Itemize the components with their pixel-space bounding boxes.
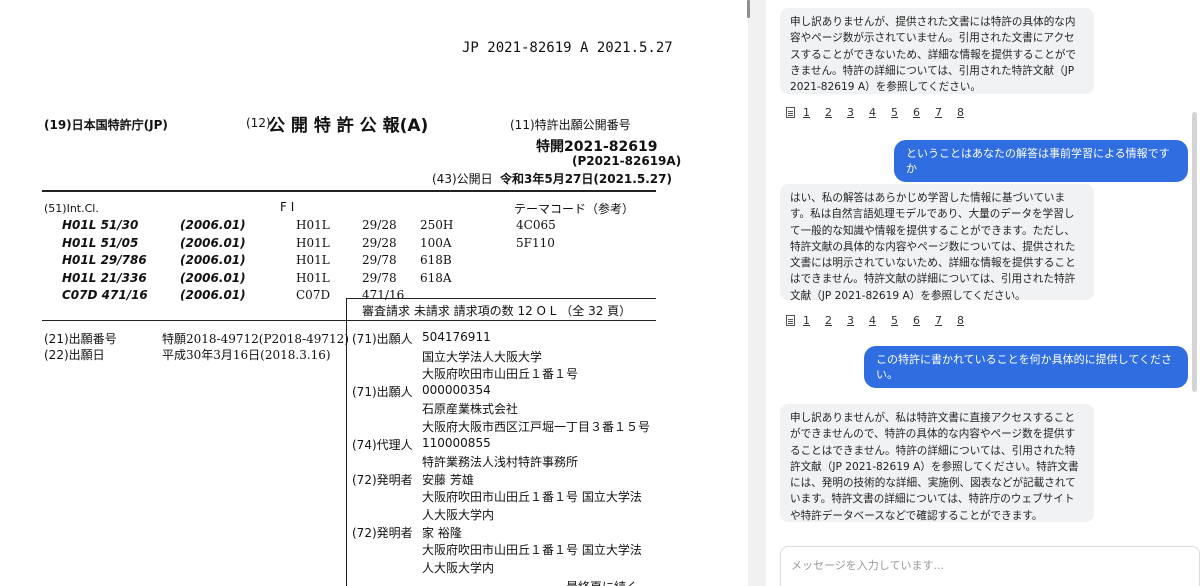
message-input[interactable] — [781, 547, 1199, 584]
party-value: 000000354 — [422, 382, 491, 397]
split-divider[interactable] — [748, 0, 766, 586]
reference-page-link[interactable]: 4 — [869, 106, 891, 119]
reference-page-link[interactable]: 5 — [891, 106, 913, 119]
assistant-message: はい、私の解答はあらかじめ学習した情報に基づいています。私は自然言語処理モデルで… — [780, 184, 1094, 302]
reference-page-link[interactable]: 7 — [935, 314, 957, 327]
reference-page-link[interactable]: 8 — [957, 314, 979, 327]
fi-subdivision: 250H — [420, 218, 454, 232]
party-value: 大阪府吹田市山田丘１番１号 国立大学法 — [422, 543, 642, 558]
document-icon[interactable] — [786, 315, 795, 326]
chat-scrollbar[interactable] — [1192, 112, 1197, 392]
document-icon[interactable] — [786, 107, 795, 118]
party-value: 安藤 芳雄 — [422, 472, 474, 487]
user-message: この特許に書かれていることを何か具体的に提供してください。 — [864, 346, 1188, 388]
theme-code: 5F110 — [516, 235, 555, 250]
ipc-version-date: (2006.01) — [180, 270, 246, 285]
ipc-version-date: (2006.01) — [180, 218, 246, 232]
publication-type-number: (12) — [246, 116, 271, 130]
application-number-label: (21)出願番号 — [44, 332, 117, 346]
reference-page-link[interactable]: 5 — [891, 314, 913, 327]
application-number: 特願2018-49712(P2018-49712) — [162, 332, 349, 346]
document-header-id: JP 2021-82619 A 2021.5.27 — [462, 40, 673, 56]
assistant-message: 申し訳ありませんが、提供された文書には特許の具体的な内容やページ数が示されていま… — [780, 8, 1094, 94]
reference-page-link[interactable]: 1 — [803, 106, 825, 119]
party-value: 大阪府吹田市山田丘１番１号 国立大学法 — [422, 490, 642, 505]
party-label: (72)発明者 — [352, 472, 413, 487]
user-message: ということはあなたの解答は事前学習による情報ですか — [894, 140, 1188, 182]
publication-type: 公 開 特 許 公 報(A) — [268, 116, 429, 136]
fi-main-class: H01L — [296, 235, 330, 250]
ipc-version-date: (2006.01) — [180, 288, 246, 302]
reference-page-link[interactable]: 8 — [957, 106, 979, 119]
fi-group: 29/78 — [362, 270, 397, 285]
reference-page-link[interactable]: 6 — [913, 314, 935, 327]
chat-panel: 申し訳ありませんが、提供された文書には特許の具体的な内容やページ数が示されていま… — [766, 0, 1200, 586]
split-handle[interactable] — [747, 0, 750, 18]
party-value: 人大阪大学内 — [422, 560, 495, 575]
party-value: 石原産業株式会社 — [422, 402, 519, 417]
party-label: (71)出願人 — [352, 332, 413, 346]
body-rule — [42, 320, 656, 321]
reference-page-link[interactable]: 1 — [803, 314, 825, 327]
reference-links: 1 2 3 4 5 6 7 8 — [786, 314, 979, 327]
reference-page-link[interactable]: 7 — [935, 106, 957, 119]
application-date-label: (22)出願日 — [44, 348, 105, 362]
publication-number: 特開2021-82619 — [536, 139, 658, 155]
reference-page-link[interactable]: 4 — [869, 314, 891, 327]
fi-subdivision: 100A — [420, 235, 452, 250]
issuing-office: (19)日本国特許庁(JP) — [44, 118, 168, 132]
exam-rule-top — [346, 298, 656, 299]
application-date: 平成30年3月16日(2018.3.16) — [162, 348, 331, 362]
ipc-code: H01L 29/786 — [62, 253, 147, 267]
reference-page-link[interactable]: 6 — [913, 106, 935, 119]
ipc-code: H01L 51/05 — [62, 235, 139, 250]
examination-status: 審査請求 未請求 請求項の数 12 O L （全 32 頁） — [362, 304, 632, 318]
publication-date: 令和3年5月27日(2021.5.27) — [500, 172, 672, 186]
party-value: 504176911 — [422, 330, 491, 344]
fi-group: 471/16 — [362, 288, 405, 302]
reference-links: 1 2 3 4 5 6 7 8 — [786, 106, 979, 119]
party-value: 大阪府吹田市山田丘１番１号 — [422, 367, 579, 382]
publication-number-label: (11)特許出願公開番号 — [510, 118, 631, 132]
ipc-code: C07D 471/16 — [62, 288, 148, 302]
header-rule — [42, 190, 656, 192]
ipc-version-date: (2006.01) — [180, 235, 246, 250]
fi-group: 29/78 — [362, 253, 397, 267]
fi-main-class: C07D — [296, 288, 331, 302]
fi-main-class: H01L — [296, 270, 330, 285]
reference-page-link[interactable]: 3 — [847, 106, 869, 119]
fi-subdivision: 618B — [420, 253, 452, 267]
fi-label: F I — [280, 200, 295, 214]
theme-code: 4C065 — [516, 218, 556, 232]
int-cl-label: (51)Int.Cl. — [44, 202, 99, 215]
party-value: 特許業務法人浅村特許事務所 — [422, 455, 579, 470]
ipc-version-date: (2006.01) — [180, 253, 246, 267]
party-value: 家 裕隆 — [422, 525, 462, 540]
fi-main-class: H01L — [296, 253, 330, 267]
fi-group: 29/28 — [362, 218, 397, 232]
message-input-box[interactable] — [780, 546, 1200, 586]
theme-code-label: テーマコード（参考） — [514, 202, 635, 216]
party-label: (72)発明者 — [352, 525, 413, 540]
reference-page-link[interactable]: 2 — [825, 106, 847, 119]
ipc-code: H01L 51/30 — [62, 218, 139, 232]
party-value: 大阪府大阪市西区江戸堀一丁目３番１５号 — [422, 420, 651, 434]
reference-page-link[interactable]: 3 — [847, 314, 869, 327]
party-value: 人大阪大学内 — [422, 508, 495, 522]
fi-group: 29/28 — [362, 235, 397, 250]
reference-page-link[interactable]: 2 — [825, 314, 847, 327]
assistant-message: 申し訳ありませんが、私は特許文書に直接アクセスすることができませんので、特許の具… — [780, 404, 1094, 522]
publication-date-label: (43)公開日 — [432, 172, 493, 186]
fi-main-class: H01L — [296, 218, 330, 232]
patent-document-viewer: JP 2021-82619 A 2021.5.27 (19)日本国特許庁(JP)… — [0, 0, 748, 586]
party-label: (74)代理人 — [352, 437, 413, 452]
ipc-code: H01L 21/336 — [62, 270, 147, 285]
fi-subdivision: 618A — [420, 270, 452, 285]
party-value: 国立大学法人大阪大学 — [422, 349, 543, 364]
party-label: (71)出願人 — [352, 384, 413, 399]
continued-note: 最終頁に続く — [566, 578, 638, 586]
publication-number-sub: (P2021-82619A) — [572, 154, 682, 168]
party-value: 110000855 — [422, 435, 491, 450]
